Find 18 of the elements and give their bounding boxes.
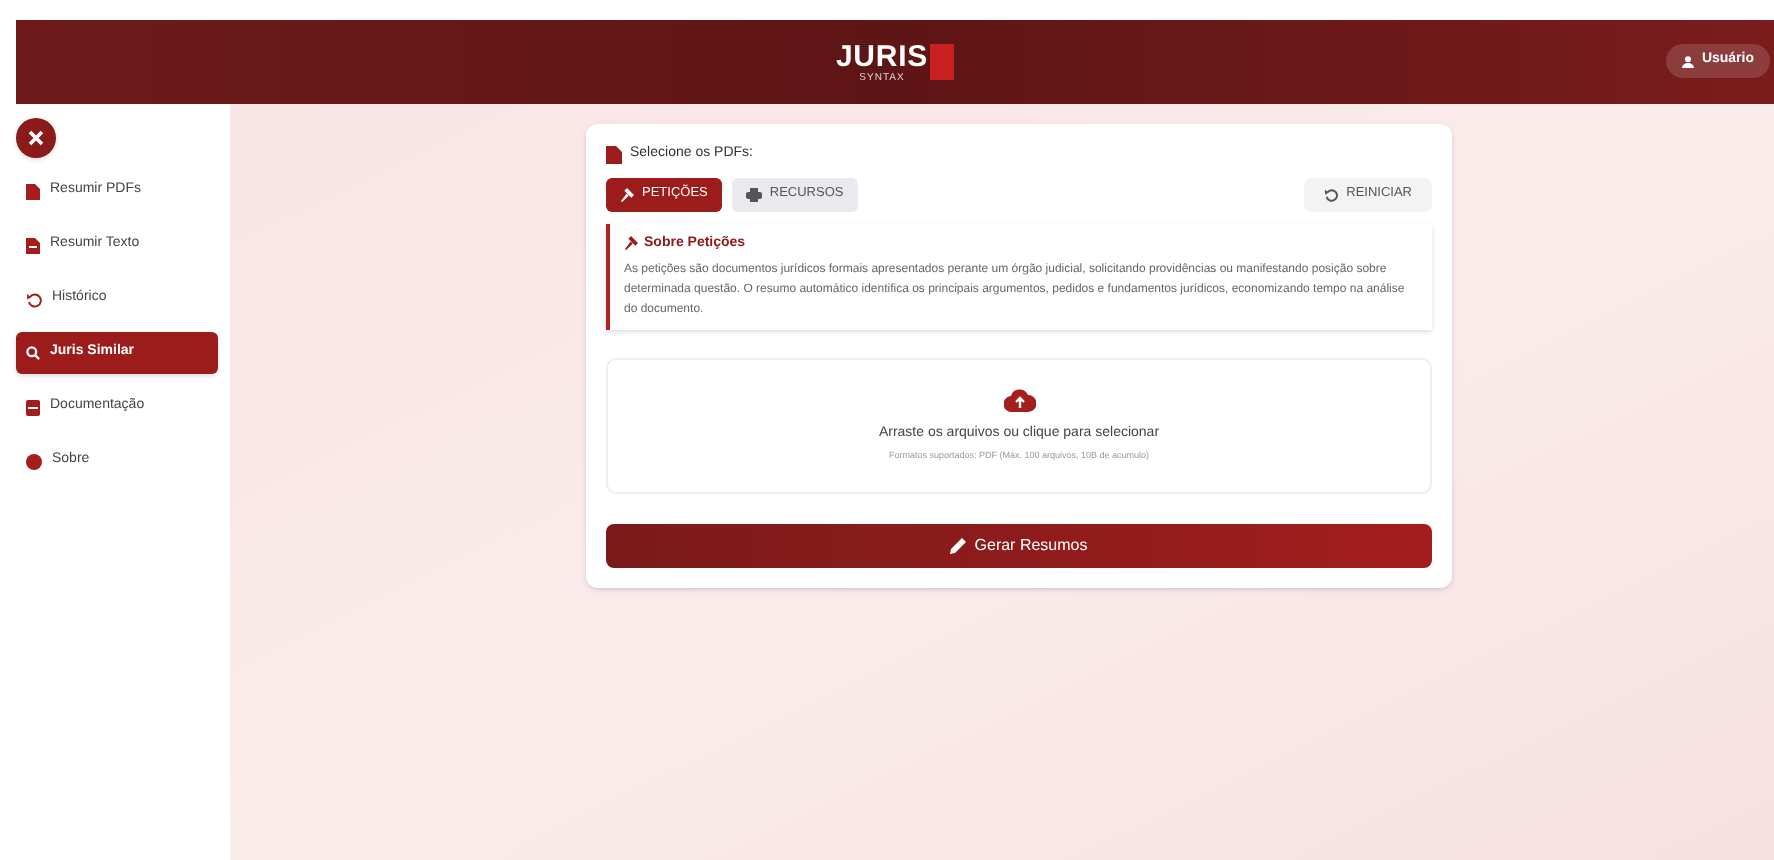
cloud-upload-icon <box>1003 388 1035 413</box>
search-icon <box>26 346 40 360</box>
info-icon <box>26 453 42 469</box>
user-icon <box>1681 55 1694 67</box>
pdf-icon <box>606 145 622 164</box>
gavel-icon <box>624 236 638 251</box>
close-button[interactable] <box>16 118 56 158</box>
gavel-icon <box>620 187 634 201</box>
book-icon <box>26 399 40 415</box>
logo-square-icon <box>930 44 955 80</box>
close-icon <box>28 130 44 146</box>
pencil-icon <box>950 538 967 554</box>
document-icon <box>26 237 40 253</box>
history-icon <box>26 291 42 307</box>
pdf-icon <box>26 183 40 199</box>
logo-text: JURIS <box>835 41 929 71</box>
generate-button[interactable]: Gerar Resumos <box>606 524 1432 568</box>
undo-icon <box>1324 187 1339 201</box>
